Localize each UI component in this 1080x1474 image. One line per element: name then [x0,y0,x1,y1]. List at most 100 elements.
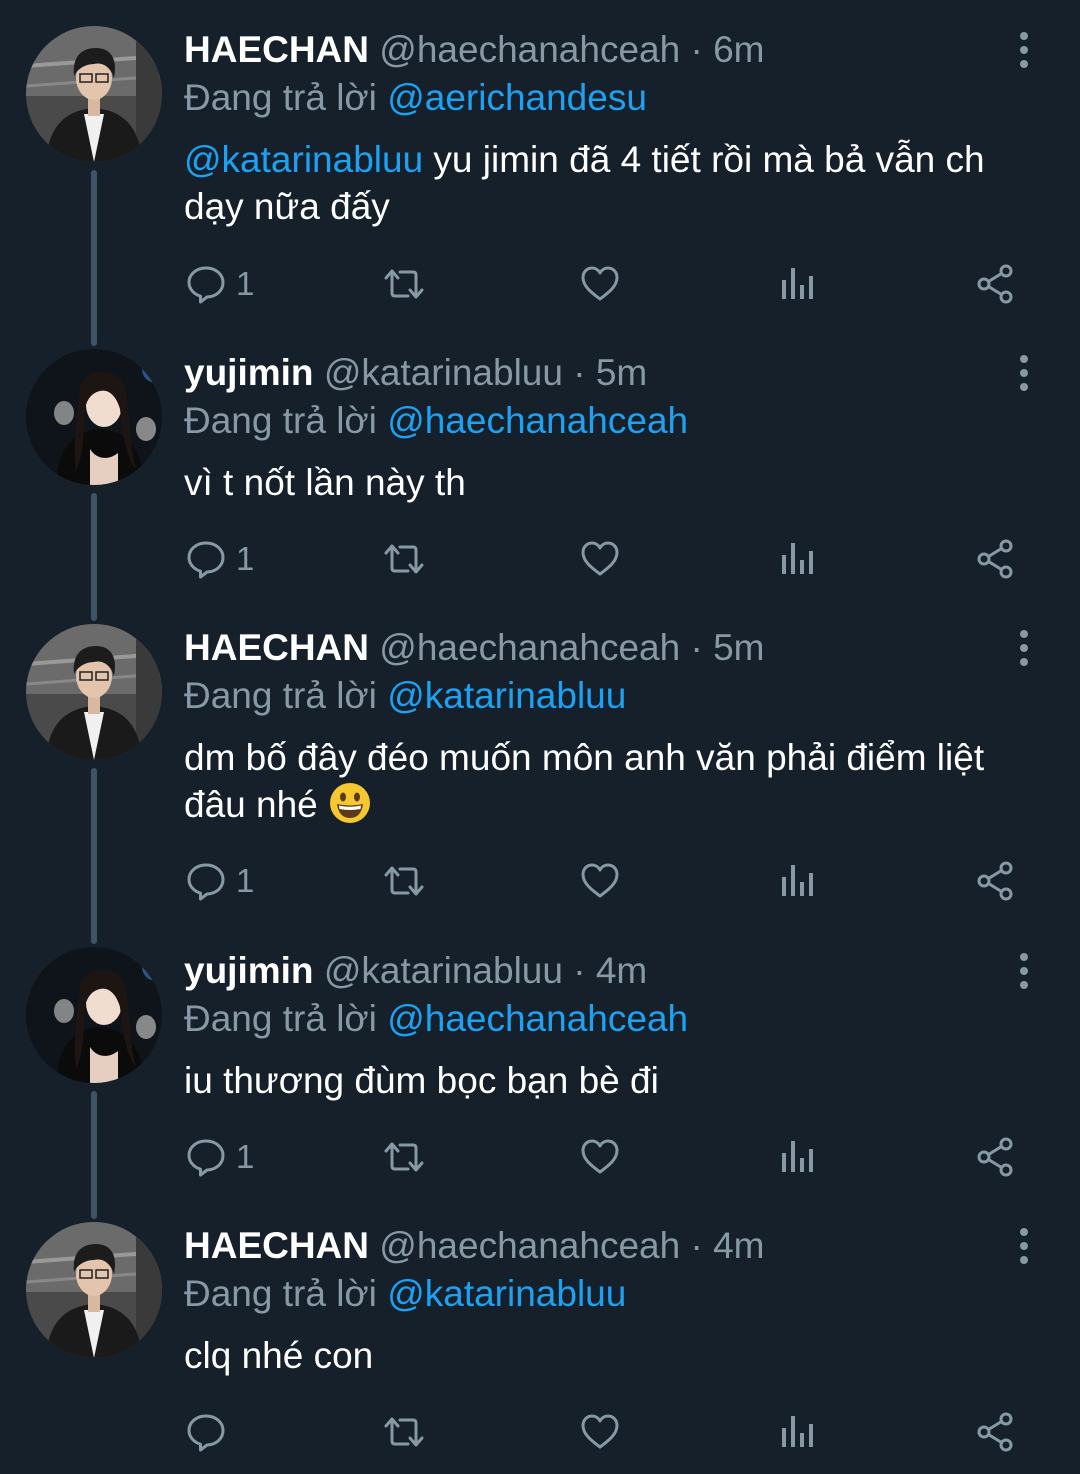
tweet[interactable]: HAECHAN @haechanahceah · 5m Đang trả lời… [0,598,1080,928]
more-options-icon[interactable] [1012,353,1036,393]
like-button[interactable] [580,1407,620,1457]
analytics-icon [777,539,817,579]
share-icon [975,1137,1015,1177]
tweet[interactable]: yujimin @katarinabluu · 5m Đang trả lời … [0,323,1080,598]
analytics-button[interactable] [777,1132,817,1182]
share-button[interactable] [975,856,1015,906]
replying-to-handle[interactable]: @katarinabluu [387,675,626,716]
like-button[interactable] [580,856,620,906]
replying-to: Đang trả lời @haechanahceah [184,997,688,1041]
replying-to-handle[interactable]: @aerichandesu [387,77,647,118]
reply-count: 1 [236,540,255,577]
replying-to: Đang trả lời @katarinabluu [184,1272,626,1316]
timestamp[interactable]: 4m [713,1225,764,1266]
retweet-icon [380,861,428,901]
share-button[interactable] [975,259,1015,309]
user-handle[interactable]: @haechanahceah [379,627,680,668]
reply-button[interactable]: 1 [186,1132,254,1182]
more-options-icon[interactable] [1012,30,1036,70]
avatar[interactable] [26,624,162,760]
user-handle[interactable]: @haechanahceah [379,29,680,70]
like-icon [580,861,620,901]
share-icon [975,539,1015,579]
avatar[interactable] [26,1222,162,1358]
action-bar: 1 [0,534,1080,584]
analytics-button[interactable] [777,534,817,584]
retweet-icon [380,264,428,304]
replying-to: Đang trả lời @aerichandesu [184,76,647,120]
display-name[interactable]: yujimin [184,950,314,991]
user-handle[interactable]: @katarinabluu [324,352,563,393]
reply-icon [186,264,226,304]
separator: · [690,29,703,70]
display-name[interactable]: yujimin [184,352,314,393]
separator: · [573,950,586,991]
share-icon [975,1412,1015,1452]
separator: · [573,352,586,393]
tweet-header: HAECHAN @haechanahceah · 6m [184,28,765,72]
share-button[interactable] [975,534,1015,584]
timestamp[interactable]: 6m [713,29,764,70]
tweet-header: yujimin @katarinabluu · 5m [184,351,647,395]
avatar[interactable] [26,26,162,162]
retweet-button[interactable] [380,534,428,584]
reply-icon [186,1412,226,1452]
more-options-icon[interactable] [1012,1226,1036,1266]
retweet-button[interactable] [380,1132,428,1182]
like-button[interactable] [580,1132,620,1182]
replying-to-label: Đang trả lời [184,400,377,441]
share-icon [975,264,1015,304]
tweet-text: @katarinabluu yu jimin đã 4 tiết rồi mà … [184,136,1034,230]
share-button[interactable] [975,1132,1015,1182]
reply-button[interactable]: 1 [186,259,254,309]
reply-button[interactable]: 1 [186,856,254,906]
reply-button[interactable]: 1 [186,534,254,584]
replying-to-handle[interactable]: @haechanahceah [387,400,688,441]
retweet-button[interactable] [380,1407,428,1457]
user-handle[interactable]: @haechanahceah [379,1225,680,1266]
avatar[interactable] [26,947,162,1083]
more-options-icon[interactable] [1012,951,1036,991]
replying-to-handle[interactable]: @katarinabluu [387,1273,626,1314]
display-name[interactable]: HAECHAN [184,1225,369,1266]
tweet[interactable]: HAECHAN @haechanahceah · 6m Đang trả lời… [0,0,1080,330]
analytics-button[interactable] [777,1407,817,1457]
retweet-button[interactable] [380,856,428,906]
timestamp[interactable]: 4m [596,950,647,991]
analytics-button[interactable] [777,259,817,309]
tweet[interactable]: HAECHAN @haechanahceah · 4m Đang trả lời… [0,1196,1080,1474]
like-button[interactable] [580,534,620,584]
mention-link[interactable]: @katarinabluu [184,139,423,180]
replying-to-label: Đang trả lời [184,998,377,1039]
tweet-text: clq nhé con [184,1332,1034,1379]
more-options-icon[interactable] [1012,628,1036,668]
retweet-icon [380,1412,428,1452]
analytics-button[interactable] [777,856,817,906]
avatar[interactable] [26,349,162,485]
timestamp[interactable]: 5m [713,627,764,668]
tweet[interactable]: yujimin @katarinabluu · 4m Đang trả lời … [0,921,1080,1196]
like-button[interactable] [580,259,620,309]
display-name[interactable]: HAECHAN [184,29,369,70]
replying-to: Đang trả lời @katarinabluu [184,674,626,718]
replying-to-handle[interactable]: @haechanahceah [387,998,688,1039]
retweet-icon [380,539,428,579]
user-handle[interactable]: @katarinabluu [324,950,563,991]
like-icon [580,1412,620,1452]
analytics-icon [777,264,817,304]
share-icon [975,861,1015,901]
replying-to: Đang trả lời @haechanahceah [184,399,688,443]
like-icon [580,264,620,304]
action-bar: 1 [0,259,1080,309]
timestamp[interactable]: 5m [596,352,647,393]
tweet-text: iu thương đùm bọc bạn bè đi [184,1057,1034,1104]
reply-icon [186,1137,226,1177]
tweet-body: dm bố đây đéo muốn môn anh văn phải điểm… [184,737,985,825]
tweet-header: HAECHAN @haechanahceah · 5m [184,626,765,670]
replying-to-label: Đang trả lời [184,675,377,716]
display-name[interactable]: HAECHAN [184,627,369,668]
grinning-face-emoji [328,781,372,825]
share-button[interactable] [975,1407,1015,1457]
reply-button[interactable] [186,1407,236,1457]
retweet-button[interactable] [380,259,428,309]
